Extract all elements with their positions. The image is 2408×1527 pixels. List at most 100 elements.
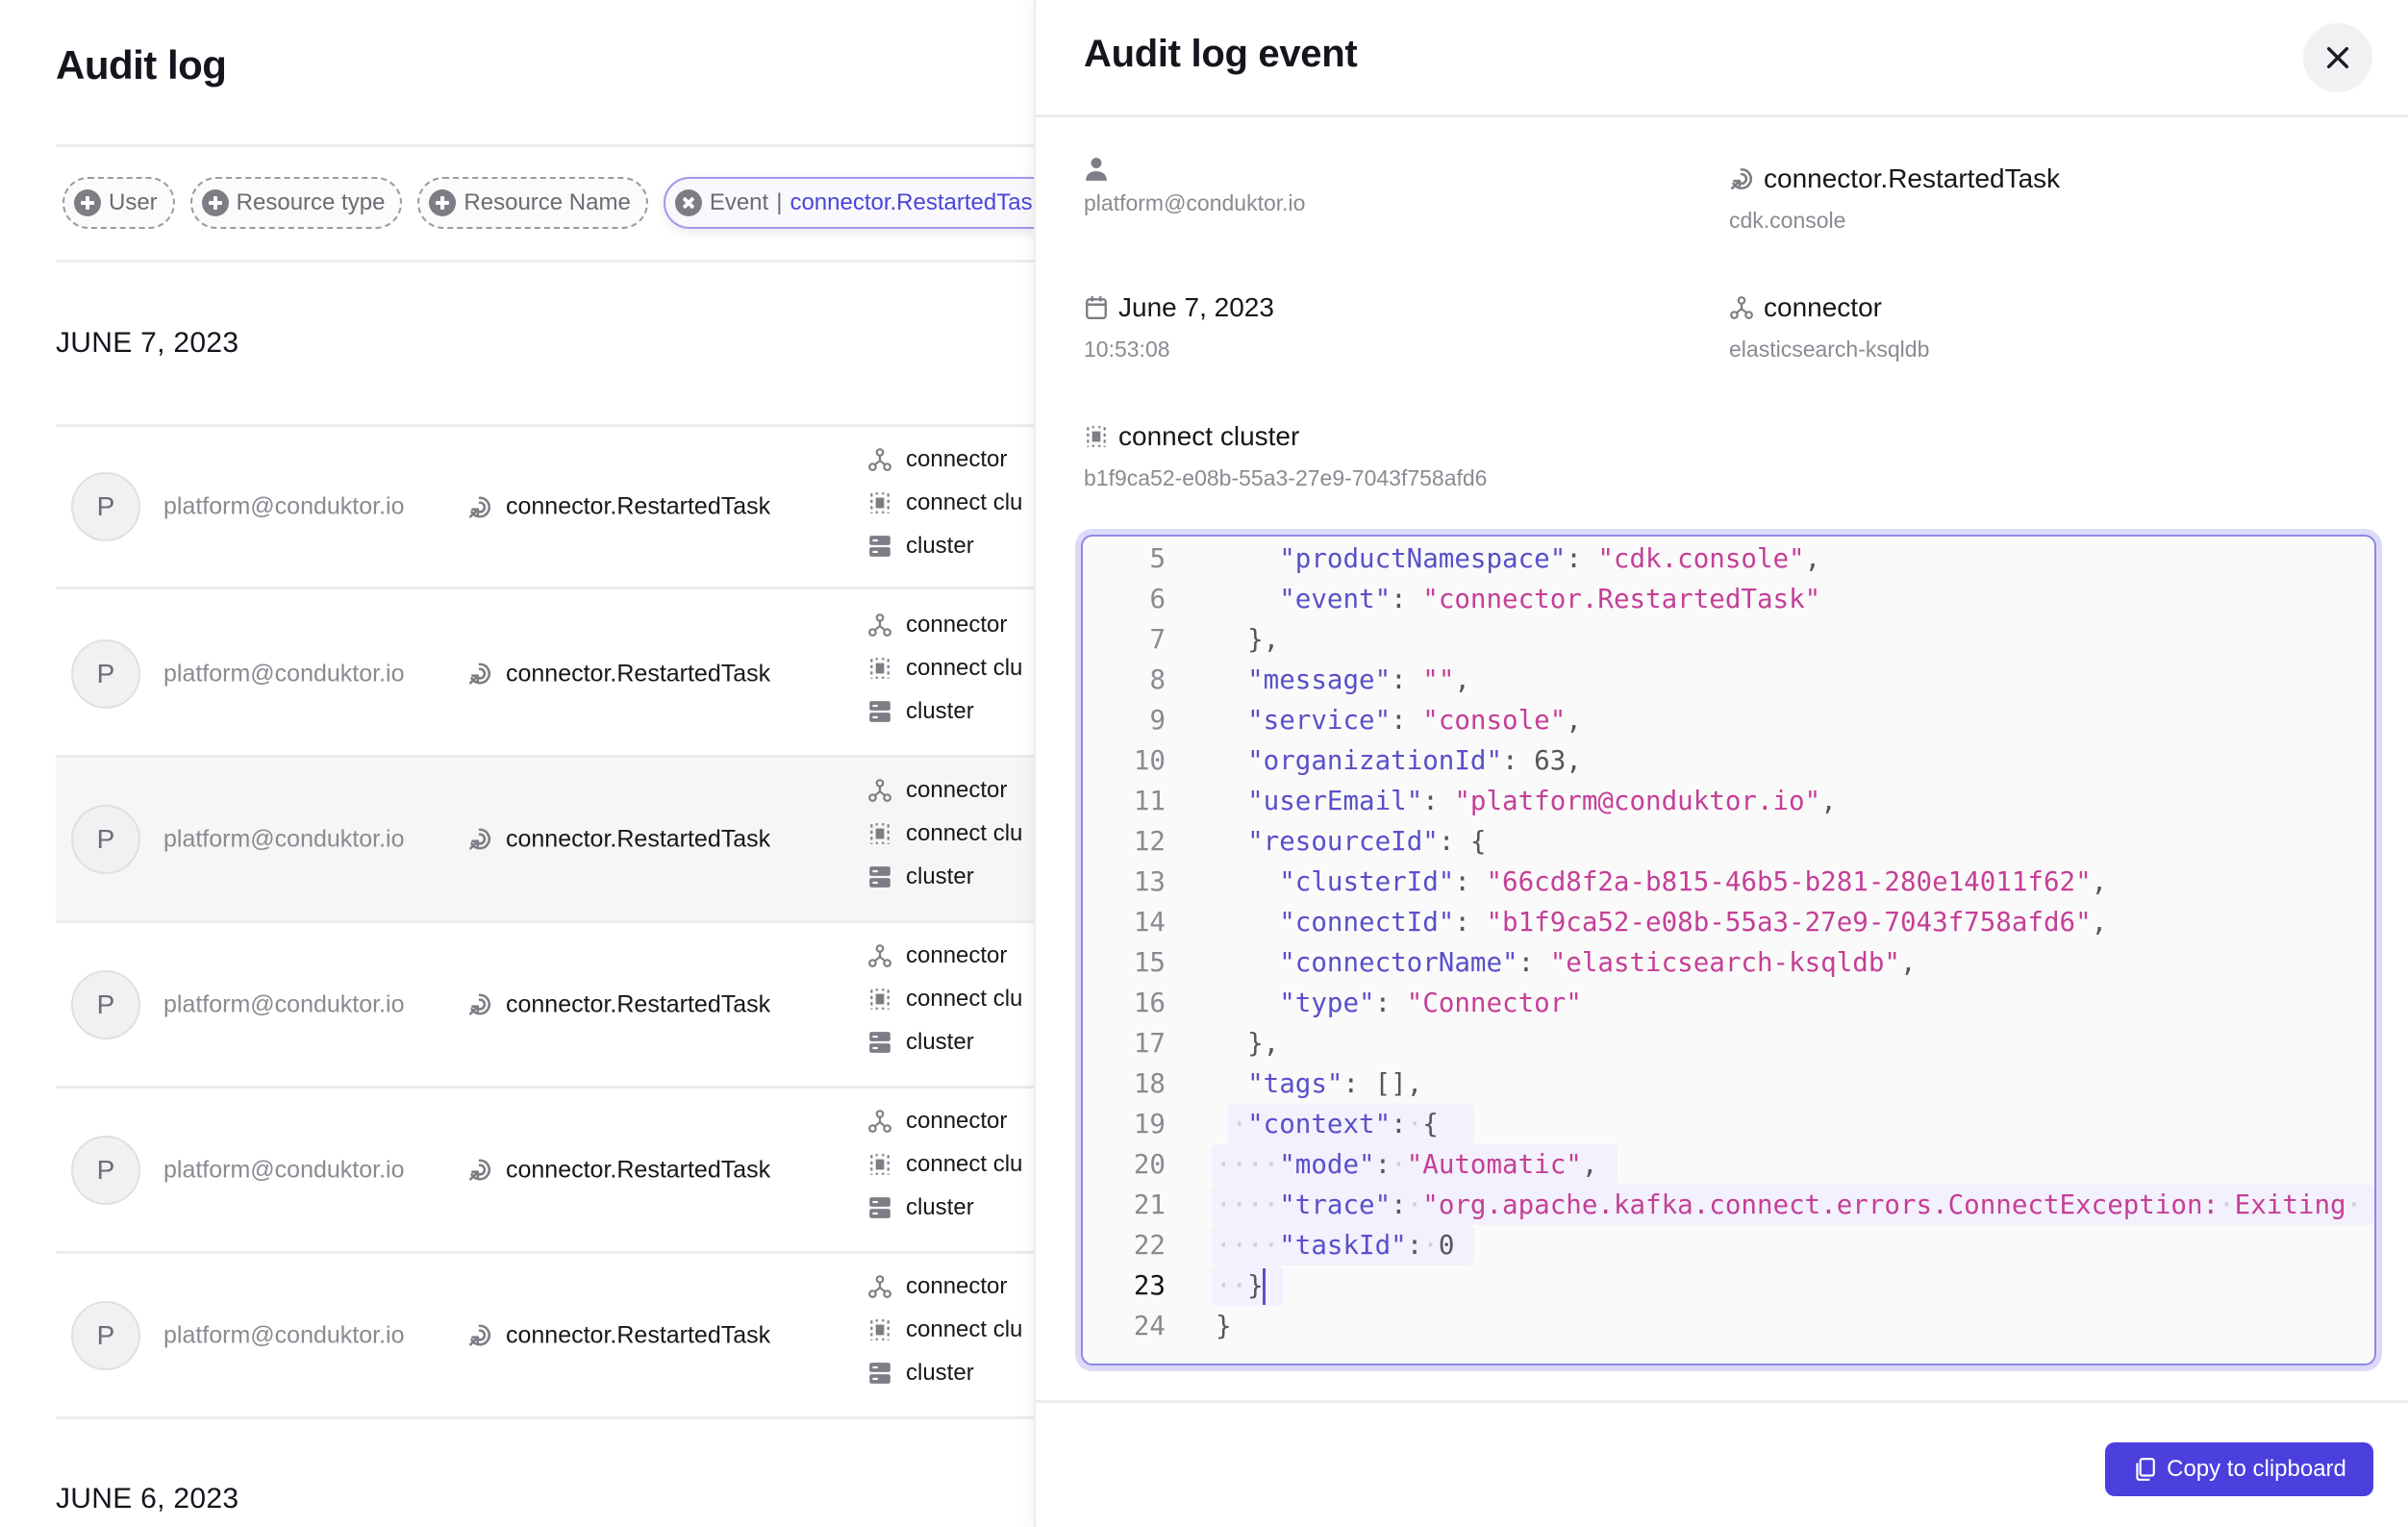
- event-type: connector.RestartedTask: [467, 1321, 770, 1349]
- json-punctuation: :: [1502, 745, 1535, 776]
- resource-item: connect clu: [867, 984, 1022, 1014]
- resource-item: connector: [867, 1271, 1022, 1302]
- connector-icon: [1729, 295, 1754, 320]
- resource-item: connect clu: [867, 488, 1022, 518]
- date-group-header: JUNE 6, 2023: [56, 1483, 239, 1514]
- whitespace-marker: ·: [1406, 1189, 1423, 1220]
- resource-item: connect clu: [867, 818, 1022, 849]
- event-name: connector.RestartedTask: [506, 660, 771, 687]
- connect-cluster-icon: [867, 1317, 892, 1342]
- panel-title: Audit log event: [1084, 33, 1358, 75]
- filter-chip-resource-type[interactable]: Resource type: [189, 177, 403, 229]
- resource-label: connector: [906, 942, 1008, 968]
- json-key: "service": [1247, 705, 1392, 736]
- line-number: 16: [1133, 988, 1166, 1018]
- event-type: connector.RestartedTask: [467, 660, 770, 688]
- resource-item: connector: [867, 940, 1022, 971]
- filter-label: Resource Name: [464, 189, 631, 215]
- field-value-namespace: cdk.console: [1729, 208, 1846, 233]
- json-punctuation: :: [1391, 584, 1423, 614]
- plus-circle-icon: [74, 189, 101, 216]
- code-content: "service": "console",: [1216, 700, 1582, 740]
- audit-log-row[interactable]: Pplatform@conduktor.io connector.Restarte…: [56, 592, 1034, 758]
- code-line: 23 ··}: [1083, 1265, 2374, 1306]
- date-group-header: JUNE 7, 2023: [56, 327, 239, 359]
- resource-label: connector: [906, 446, 1008, 472]
- audit-log-row[interactable]: Pplatform@conduktor.io connector.Restarte…: [56, 424, 1034, 589]
- resource-list: connector connect clu cluster: [867, 1106, 1022, 1223]
- field-value-connector-name: elasticsearch-ksqldb: [1729, 337, 1930, 362]
- json-number: 0: [1438, 1230, 1455, 1261]
- resource-item: connector: [867, 775, 1022, 806]
- cluster-icon: [867, 1195, 892, 1220]
- resource-item: cluster: [867, 696, 1022, 727]
- indent: ····: [1216, 1189, 1280, 1220]
- line-number: 6: [1149, 584, 1166, 614]
- json-key: "userEmail": [1247, 786, 1423, 816]
- calendar-icon: [1084, 295, 1109, 320]
- json-key: "connectorName": [1279, 947, 1518, 978]
- cluster-icon: [867, 864, 892, 889]
- json-key: "taskId": [1279, 1230, 1407, 1261]
- filter-chip-event[interactable]: Event | connector.RestartedTask: [663, 177, 1034, 229]
- audit-log-row[interactable]: Pplatform@conduktor.io connector.Restarte…: [56, 1254, 1034, 1419]
- json-punctuation: : {: [1438, 826, 1487, 857]
- json-key: "resourceId": [1247, 826, 1439, 857]
- json-string: "platform@conduktor.io": [1454, 786, 1821, 816]
- connect-cluster-icon: [867, 656, 892, 681]
- resource-list: connector connect clu cluster: [867, 1271, 1022, 1389]
- code-content: ·"context":·{: [1216, 1104, 1439, 1144]
- filter-chip-resource-name[interactable]: Resource Name: [417, 177, 648, 229]
- user-icon: [1084, 157, 1109, 182]
- code-content: "resourceId": {: [1216, 821, 1486, 862]
- json-punctuation: }: [1247, 1270, 1264, 1301]
- line-number: 24: [1133, 1311, 1166, 1341]
- code-line: 22 ····"taskId":·0: [1083, 1225, 2374, 1265]
- audit-log-row[interactable]: Pplatform@conduktor.io connector.Restarte…: [56, 758, 1034, 923]
- resource-item: connect clu: [867, 1149, 1022, 1180]
- filter-label: Event: [709, 189, 769, 215]
- json-punctuation: {: [1422, 1109, 1439, 1139]
- json-code-editor[interactable]: 5 "productNamespace": "cdk.console", 6 "e…: [1081, 535, 2376, 1365]
- user-email: platform@conduktor.io: [163, 1321, 405, 1348]
- resource-label: cluster: [906, 1029, 974, 1055]
- audit-log-event-panel: Audit log event platform@conduktor.io co…: [1034, 0, 2408, 1527]
- event-restart-icon: [467, 494, 492, 519]
- line-number: 7: [1149, 624, 1166, 655]
- event-restart-icon: [1729, 166, 1754, 191]
- connect-cluster-icon: [867, 987, 892, 1012]
- connect-cluster-icon: [867, 1152, 892, 1177]
- line-number: 8: [1149, 664, 1166, 695]
- json-punctuation: ,: [1454, 664, 1470, 695]
- close-button[interactable]: [2303, 23, 2372, 92]
- filter-bar: User Resource type Resource Name Event |…: [63, 177, 1034, 229]
- code-content: "message": "",: [1216, 660, 1470, 700]
- line-number: 17: [1133, 1028, 1166, 1059]
- json-key: "organizationId": [1247, 745, 1503, 776]
- copy-to-clipboard-button[interactable]: Copy to clipboard: [2105, 1442, 2373, 1496]
- audit-log-row[interactable]: Pplatform@conduktor.io connector.Restarte…: [56, 1089, 1034, 1254]
- json-punctuation: ,: [1581, 1149, 1598, 1180]
- code-content: "connectorName": "elasticsearch-ksqldb",: [1216, 942, 1916, 983]
- close-circle-icon[interactable]: [674, 189, 702, 216]
- filter-chip-user[interactable]: User: [63, 177, 175, 229]
- json-string: "cdk.console": [1597, 543, 1805, 574]
- field-label-connect-cluster: connect cluster: [1118, 421, 1300, 451]
- json-key: "clusterId": [1279, 866, 1455, 897]
- json-string: "": [1422, 664, 1455, 695]
- code-line: 11 "userEmail": "platform@conduktor.io",: [1083, 781, 2374, 821]
- whitespace-marker: ·: [1422, 1230, 1439, 1261]
- filter-value: connector.RestartedTask: [790, 189, 1034, 215]
- audit-log-row[interactable]: Pplatform@conduktor.io connector.Restarte…: [56, 923, 1034, 1089]
- json-punctuation: ,: [2091, 866, 2108, 897]
- json-key: "tags": [1247, 1068, 1343, 1099]
- indent: ····: [1216, 1230, 1280, 1261]
- event-restart-icon: [467, 1323, 492, 1348]
- field-user: platform@conduktor.io: [1084, 152, 1305, 216]
- divider: [56, 144, 1034, 147]
- connector-icon: [867, 613, 892, 638]
- user-email: platform@conduktor.io: [163, 825, 405, 852]
- cluster-icon: [867, 699, 892, 724]
